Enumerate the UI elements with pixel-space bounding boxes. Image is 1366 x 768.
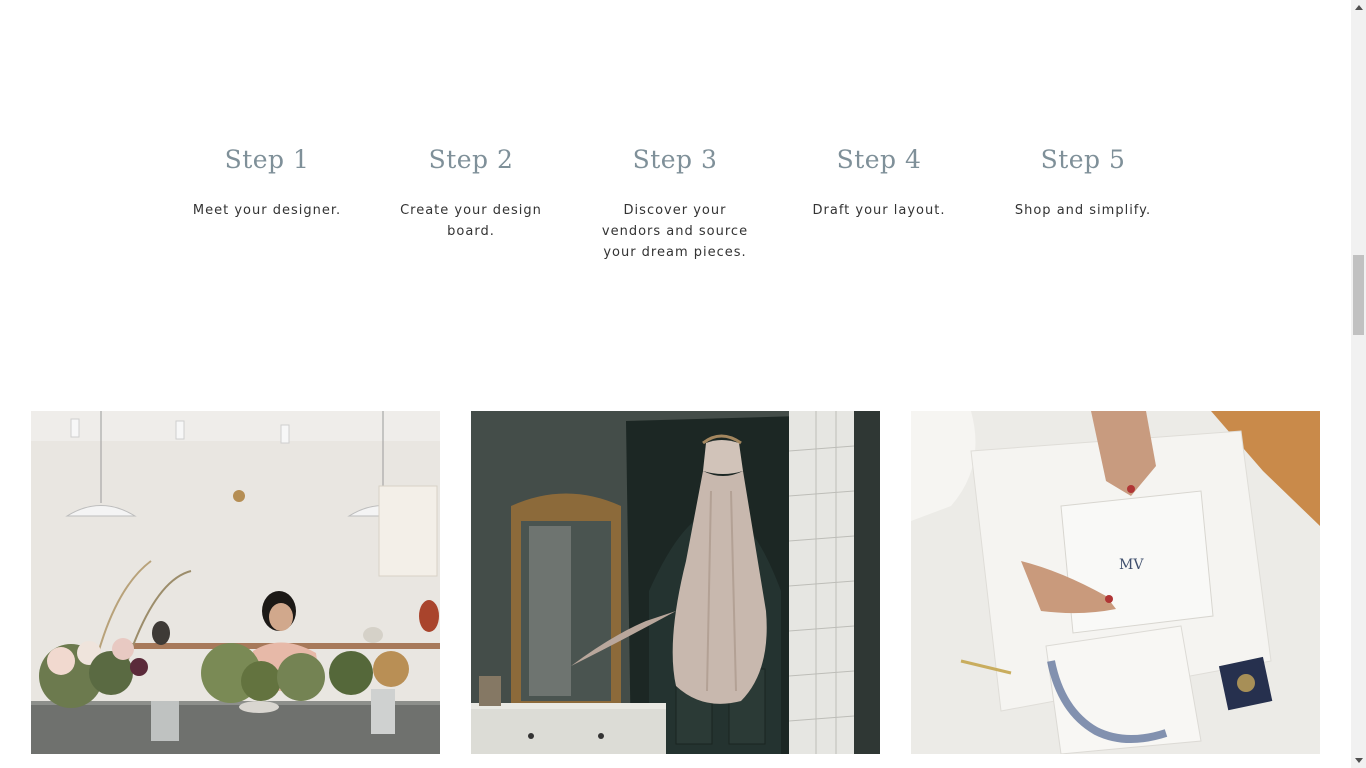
svg-text:MV: MV [1119, 557, 1144, 573]
step-2: Step 2 Create your design board. [369, 140, 573, 263]
scroll-down-icon[interactable] [1351, 753, 1366, 768]
step-title: Step 2 [428, 145, 514, 174]
step-description: Draft your layout. [812, 203, 946, 218]
step-1: Step 1 Meet your designer. [165, 140, 369, 263]
page: Step 1 Meet your designer. Step 2 Create… [0, 0, 1366, 768]
scroll-thumb[interactable] [1353, 255, 1364, 335]
photo-invitation: MV [911, 411, 1320, 754]
step-description: Create your design board. [400, 203, 542, 239]
step-description: Discover your vendors and source your dr… [601, 203, 749, 260]
steps-row: Step 1 Meet your designer. Step 2 Create… [165, 140, 1185, 263]
step-title: Step 1 [224, 145, 310, 174]
vertical-scrollbar[interactable] [1351, 0, 1366, 768]
photo-dress [471, 411, 880, 754]
scroll-up-icon[interactable] [1351, 0, 1366, 15]
step-description: Meet your designer. [192, 203, 342, 218]
step-title: Step 4 [836, 145, 922, 174]
step-4: Step 4 Draft your layout. [777, 140, 981, 263]
step-title: Step 3 [632, 145, 718, 174]
photo-florist [31, 411, 440, 754]
image-gallery: MV [31, 411, 1320, 754]
step-3: Step 3 Discover your vendors and source … [573, 140, 777, 263]
step-5: Step 5 Shop and simplify. [981, 140, 1185, 263]
step-description: Shop and simplify. [1014, 203, 1152, 218]
step-title: Step 5 [1040, 145, 1126, 174]
